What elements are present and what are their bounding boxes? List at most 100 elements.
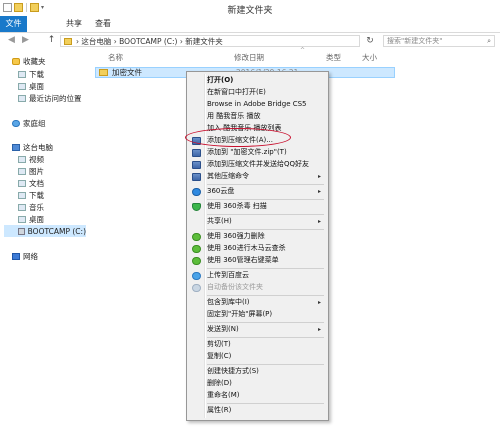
desktop-icon — [18, 83, 26, 90]
menu-item-rename[interactable]: 重命名(M) — [189, 390, 326, 401]
videos-icon — [18, 156, 26, 163]
breadcrumb[interactable]: › 这台电脑 › BOOTCAMP (C:) › 新建文件夹 — [76, 36, 223, 47]
column-header-date[interactable]: 修改日期 — [234, 52, 264, 63]
menu-item-360-antivirus-scan[interactable]: 使用 360杀毒 扫描 — [189, 201, 326, 212]
menu-separator — [207, 229, 324, 230]
sort-arrow-icon: ^ — [300, 47, 306, 54]
menu-item-auto-backup[interactable]: 自动备份该文件夹 — [189, 282, 326, 293]
sidebar-item-pc-downloads[interactable]: 下载 — [18, 190, 44, 201]
menu-item-360-manage-menu[interactable]: 使用 360管理右键菜单 — [189, 255, 326, 266]
file-name: 加密文件 — [112, 68, 142, 77]
sidebar-label: 文档 — [29, 179, 44, 188]
tab-file[interactable]: 文件 — [0, 16, 27, 32]
menu-item-include-in-library[interactable]: 包含到库中(I) ▸ — [189, 297, 326, 308]
menu-separator — [207, 322, 324, 323]
rar-icon — [192, 161, 201, 169]
sidebar-item-network[interactable]: 网络 — [12, 251, 38, 262]
address-bar[interactable]: › 这台电脑 › BOOTCAMP (C:) › 新建文件夹 — [60, 35, 360, 47]
green-360-icon — [192, 245, 201, 253]
submenu-arrow-icon: ▸ — [317, 326, 321, 333]
computer-icon — [12, 144, 20, 151]
menu-separator — [207, 337, 324, 338]
forward-icon[interactable]: ▶ — [20, 35, 31, 46]
sidebar-item-this-pc[interactable]: 这台电脑 — [12, 142, 53, 153]
menu-item-open-new-window[interactable]: 在新窗口中打开(E) — [189, 87, 326, 98]
menu-item-share[interactable]: 共享(H) ▸ — [189, 216, 326, 227]
refresh-icon[interactable]: ↻ — [364, 35, 376, 47]
menu-item-360-cloud[interactable]: 360云盘 ▸ — [189, 186, 326, 197]
menu-item-send-to[interactable]: 发送到(N) ▸ — [189, 324, 326, 335]
sidebar-label: 网络 — [23, 252, 38, 261]
search-input[interactable]: 搜索"新建文件夹" ⌕ — [383, 35, 495, 47]
menu-item-kuwo-play[interactable]: 用 酷我音乐 播放 — [189, 111, 326, 122]
menu-separator — [207, 199, 324, 200]
menu-item-pin-to-start[interactable]: 固定到"开始"屏幕(P) — [189, 309, 326, 320]
sidebar-item-documents[interactable]: 文档 — [18, 178, 44, 189]
menu-separator — [207, 364, 324, 365]
sidebar-label: 最近访问的位置 — [29, 94, 82, 103]
sidebar-item-downloads[interactable]: 下载 — [18, 69, 44, 80]
music-icon — [18, 204, 26, 211]
search-placeholder: 搜索"新建文件夹" — [387, 37, 443, 45]
menu-item-delete[interactable]: 删除(D) — [189, 378, 326, 389]
cloud-360-icon — [192, 188, 201, 196]
menu-item-360-force-delete[interactable]: 使用 360强力删除 — [189, 231, 326, 242]
menu-item-cut[interactable]: 剪切(T) — [189, 339, 326, 350]
menu-item-copy[interactable]: 复制(C) — [189, 351, 326, 362]
menu-item-other-archive-commands[interactable]: 其他压缩命令 ▸ — [189, 171, 326, 182]
title-bar: ▾ 新建文件夹 — [0, 0, 500, 17]
sidebar-item-recent[interactable]: 最近访问的位置 — [18, 93, 82, 104]
navigation-pane: 收藏夹 下载 桌面 最近访问的位置 家庭组 这台电脑 视频 图片 文档 下载 音… — [0, 50, 90, 428]
sidebar-label: 音乐 — [29, 203, 44, 212]
menu-item-360-trojan-scan[interactable]: 使用 360进行木马云查杀 — [189, 243, 326, 254]
tab-view[interactable]: 查看 — [88, 16, 118, 32]
sidebar-item-pc-desktop[interactable]: 桌面 — [18, 214, 44, 225]
menu-item-open[interactable]: 打开(O) — [189, 75, 326, 86]
menu-item-add-to-zip[interactable]: 添加到 "加密文件.zip"(T) — [189, 147, 326, 158]
submenu-arrow-icon: ▸ — [317, 188, 321, 195]
desktop-icon — [18, 216, 26, 223]
shield-360-icon — [192, 203, 201, 211]
up-icon[interactable]: ↑ — [46, 35, 57, 46]
sidebar-item-desktop[interactable]: 桌面 — [18, 81, 44, 92]
green-360-icon — [192, 233, 201, 241]
sidebar-item-pictures[interactable]: 图片 — [18, 166, 44, 177]
tab-share[interactable]: 共享 — [59, 16, 89, 32]
navigation-bar: ◀ ▶ ↑ › 这台电脑 › BOOTCAMP (C:) › 新建文件夹 ↻ 搜… — [0, 33, 500, 49]
sidebar-item-favorites[interactable]: 收藏夹 — [12, 56, 46, 67]
menu-item-upload-baidu[interactable]: 上传到百度云 — [189, 270, 326, 281]
star-icon — [12, 58, 20, 65]
menu-item-adobe-bridge[interactable]: Browse in Adobe Bridge CS5 — [189, 99, 326, 110]
sidebar-label: 视频 — [29, 155, 44, 164]
sidebar-item-bootcamp[interactable]: BOOTCAMP (C:) — [4, 225, 86, 237]
menu-separator — [207, 403, 324, 404]
network-icon — [12, 253, 20, 260]
sidebar-item-music[interactable]: 音乐 — [18, 202, 44, 213]
recent-places-icon — [18, 95, 26, 102]
menu-item-create-shortcut[interactable]: 创建快捷方式(S) — [189, 366, 326, 377]
baidu-cloud-gray-icon — [192, 284, 201, 292]
green-360-icon — [192, 257, 201, 265]
back-icon[interactable]: ◀ — [6, 35, 17, 46]
pictures-icon — [18, 168, 26, 175]
rar-icon — [192, 173, 201, 181]
column-header-name[interactable]: 名称 — [108, 52, 123, 63]
column-header-size[interactable]: 大小 — [362, 52, 377, 63]
sidebar-label: 图片 — [29, 167, 44, 176]
vertical-scrollbar[interactable] — [492, 55, 498, 415]
menu-item-archive-send-qq[interactable]: 添加到压缩文件并发送给QQ好友 — [189, 159, 326, 170]
menu-item-properties[interactable]: 属性(R) — [189, 405, 326, 416]
submenu-arrow-icon: ▸ — [317, 218, 321, 225]
sidebar-label: 这台电脑 — [23, 143, 53, 152]
documents-icon — [18, 180, 26, 187]
rar-icon — [192, 149, 201, 157]
search-icon[interactable]: ⌕ — [487, 36, 494, 46]
sidebar-label: 下载 — [29, 191, 44, 200]
submenu-arrow-icon: ▸ — [317, 299, 321, 306]
sidebar-item-homegroup[interactable]: 家庭组 — [12, 118, 46, 129]
sidebar-item-videos[interactable]: 视频 — [18, 154, 44, 165]
column-header-type[interactable]: 类型 — [326, 52, 341, 63]
menu-separator — [207, 268, 324, 269]
ribbon: 文件 共享 查看 — [0, 16, 500, 33]
highlight-annotation — [185, 128, 291, 147]
